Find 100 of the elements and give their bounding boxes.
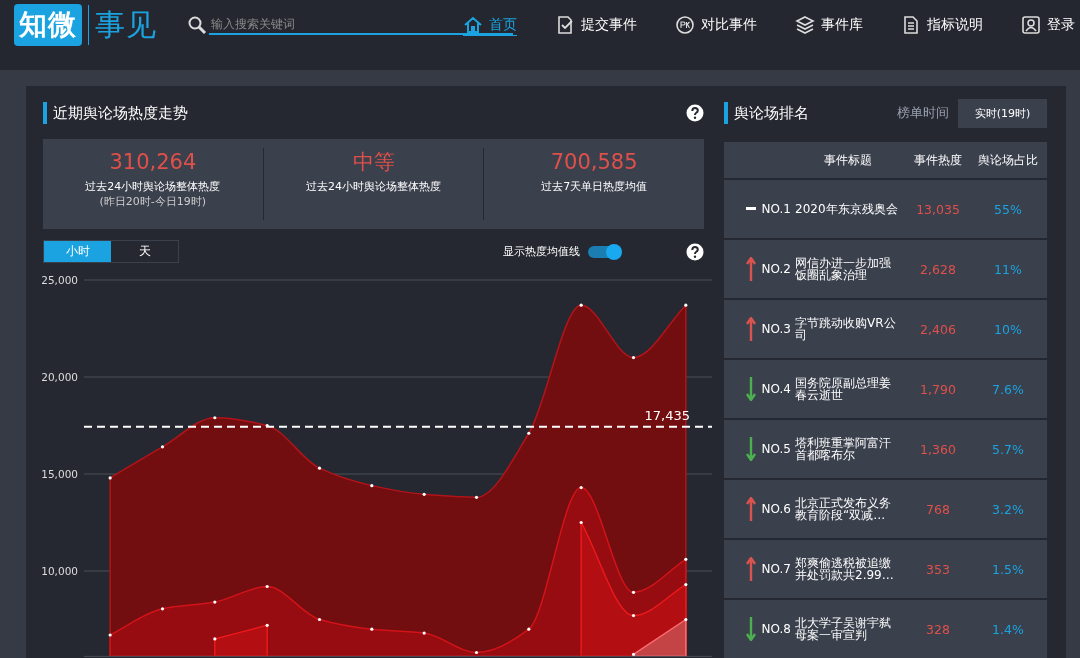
home-icon	[463, 14, 483, 35]
axis-label: 10,000	[41, 565, 78, 577]
event-title: 塔利班重掌阿富汗首都喀布尔	[795, 437, 892, 461]
heat-value: 2,406	[919, 321, 957, 337]
average-value: 17,435	[644, 407, 690, 423]
share-value: 1.4%	[991, 621, 1025, 637]
share-value: 7.6%	[991, 381, 1025, 397]
heat-value: 13,035	[915, 201, 961, 217]
share-value: 11%	[993, 261, 1023, 277]
share-value: 55%	[993, 201, 1023, 217]
axis-label: 20,000	[41, 371, 78, 383]
column-header: 事件标题	[823, 151, 873, 169]
stat-value: 310,264	[109, 149, 197, 177]
data-point	[370, 627, 374, 631]
stat-label: 过去7天单日热度均值	[541, 179, 648, 195]
nav-link[interactable]: 提交事件	[517, 14, 637, 36]
share-value: 10%	[993, 321, 1023, 337]
column-header: 舆论场占比	[977, 151, 1039, 169]
stat-note: (昨日20时-今日19时)	[99, 194, 207, 210]
axis-label: 15,000	[41, 468, 78, 480]
heat-value: 1,790	[919, 381, 957, 397]
rank-number: NO.3	[761, 322, 791, 336]
share-value: 5.7%	[991, 441, 1025, 457]
data-point	[474, 650, 479, 655]
data-point	[160, 445, 165, 449]
rank-number: NO.4	[761, 382, 791, 396]
data-point	[579, 520, 583, 525]
data-point	[108, 633, 112, 637]
share-value: 1.5%	[991, 561, 1025, 577]
event-title: 北京正式发布义务教育阶段“双减…	[795, 497, 892, 521]
nav-link[interactable]: 指标说明	[863, 14, 983, 36]
data-point	[265, 623, 269, 627]
data-point	[684, 557, 688, 561]
data-point	[631, 590, 636, 594]
data-point	[213, 637, 217, 641]
nav-link[interactable]: 登录	[983, 14, 1075, 36]
stat-value: 700,585	[550, 149, 638, 177]
rank-number: NO.5	[761, 442, 791, 456]
data-point	[684, 617, 688, 622]
time-button[interactable]: 实时(19时)	[958, 98, 1047, 128]
data-point	[422, 631, 426, 635]
rank-number: NO.6	[761, 502, 791, 516]
data-point	[265, 584, 269, 589]
data-point	[108, 476, 112, 480]
data-point	[474, 495, 479, 499]
data-point	[317, 466, 322, 470]
heat-value: 2,628	[919, 261, 957, 277]
data-point	[213, 416, 217, 420]
help-icon[interactable]	[686, 103, 704, 122]
rank-number: NO.8	[761, 622, 791, 636]
heat-value: 353	[925, 561, 951, 577]
panel-title: 舆论场排名	[724, 102, 809, 124]
event-title: 2020年东京残奥会	[795, 203, 899, 215]
event-title: 字节跳动收购VR公司	[795, 317, 897, 341]
data-point	[370, 484, 374, 488]
nav-link[interactable]: 事件库	[757, 14, 863, 36]
data-point	[631, 614, 636, 618]
pk-icon	[675, 15, 695, 35]
document-check-icon	[555, 15, 575, 35]
data-point	[265, 423, 269, 428]
heat-value: 328	[925, 621, 951, 637]
table-row[interactable]: NO.1 2020年东京残奥会 13,035 55%	[724, 180, 1047, 238]
data-point	[160, 607, 165, 611]
share-value: 3.2%	[991, 501, 1025, 517]
logo-text[interactable]: 事见	[95, 4, 157, 46]
data-point	[213, 600, 217, 604]
event-title: 国务院原副总理姜春云逝世	[795, 377, 892, 401]
search-icon[interactable]	[187, 15, 207, 35]
data-point	[527, 431, 531, 435]
nav-link[interactable]: 首页	[463, 14, 517, 36]
stat-value: 中等	[352, 149, 395, 177]
document-icon	[901, 15, 921, 35]
event-title: 网信办进一步加强饭圈乱象治理	[795, 257, 892, 281]
panel-title: 近期舆论场热度走势	[43, 101, 188, 124]
stat-label: 过去24小时舆论场整体热度	[85, 179, 221, 195]
data-point	[579, 303, 583, 307]
data-point	[422, 492, 426, 496]
data-point	[684, 583, 688, 587]
data-point	[684, 303, 688, 307]
rank-number: NO.1	[761, 202, 791, 216]
tab[interactable]: 天	[111, 241, 178, 262]
layers-icon	[795, 15, 815, 35]
event-title: 郑爽偷逃税被追缴并处罚款共2.99…	[795, 557, 895, 581]
rank-number: NO.2	[761, 262, 791, 276]
data-point	[579, 486, 583, 490]
heat-value: 1,360	[919, 441, 957, 457]
help-icon[interactable]	[686, 242, 704, 261]
data-point	[317, 617, 322, 622]
rank-number: NO.7	[761, 562, 791, 576]
event-title: 北大学子吴谢宇弑母案一审宣判	[795, 617, 892, 641]
toggle-switch[interactable]	[588, 245, 620, 258]
data-point	[527, 627, 531, 631]
data-point	[631, 356, 636, 360]
data-point	[631, 652, 636, 656]
stat-label: 过去24小时舆论场整体热度	[306, 179, 441, 195]
nav-link[interactable]: 对比事件	[637, 14, 757, 36]
user-icon	[1021, 15, 1041, 35]
toggle-label: 显示热度均值线	[503, 244, 580, 259]
column-header: 事件热度	[913, 151, 963, 169]
heat-value: 768	[925, 501, 951, 517]
